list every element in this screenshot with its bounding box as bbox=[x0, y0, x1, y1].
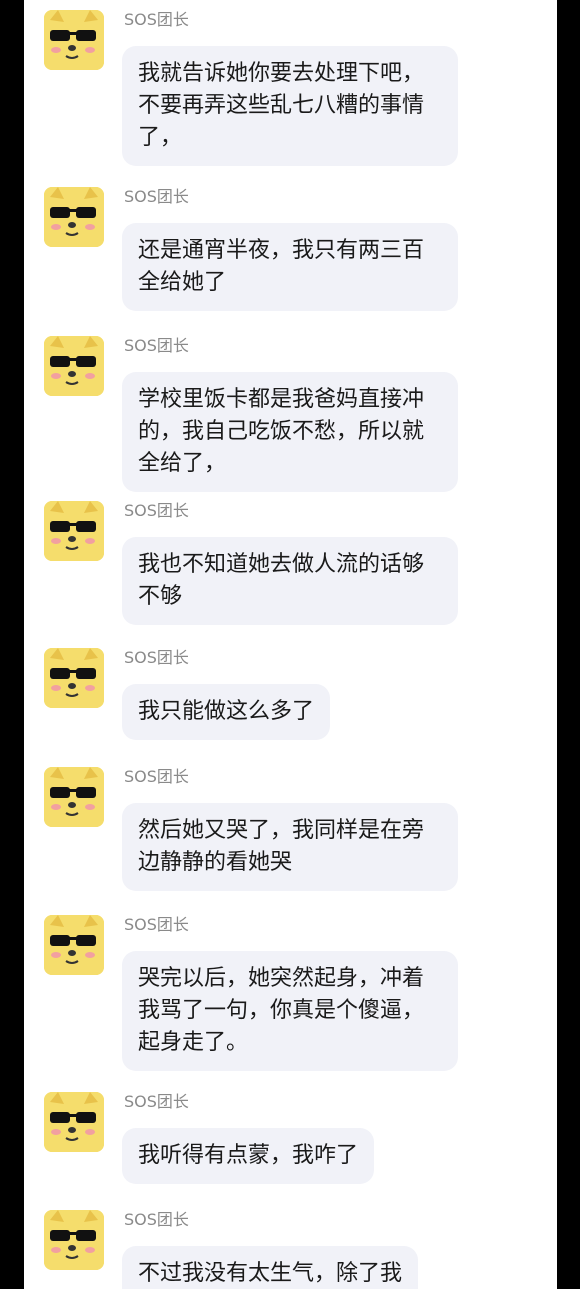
sender-name: SOS团长 bbox=[124, 767, 189, 786]
message-bubble[interactable]: 我只能做这么多了 bbox=[122, 684, 331, 740]
sender-name: SOS团长 bbox=[124, 187, 189, 206]
sender-name: SOS团长 bbox=[124, 336, 189, 355]
sender-name: SOS团长 bbox=[124, 10, 189, 29]
chat-screen: SOS团长 我就告诉她你要去处理下吧，不要再弄这些乱七八糟的事情了， SOS团长… bbox=[24, 0, 557, 1289]
avatar[interactable] bbox=[44, 10, 104, 70]
avatar[interactable] bbox=[44, 1210, 104, 1270]
avatar[interactable] bbox=[44, 767, 104, 827]
message-bubble[interactable]: 我就告诉她你要去处理下吧，不要再弄这些乱七八糟的事情了， bbox=[122, 46, 458, 166]
sender-name: SOS团长 bbox=[124, 648, 189, 667]
sender-name: SOS团长 bbox=[124, 915, 189, 934]
message-bubble[interactable]: 不过我没有太生气，除了我 bbox=[122, 1246, 419, 1289]
message-bubble[interactable]: 学校里饭卡都是我爸妈直接冲的，我自己吃饭不愁，所以就全给了， bbox=[122, 372, 458, 492]
avatar[interactable] bbox=[44, 1092, 104, 1152]
message-bubble[interactable]: 然后她又哭了，我同样是在旁边静静的看她哭 bbox=[122, 803, 458, 891]
avatar[interactable] bbox=[44, 187, 104, 247]
message-bubble[interactable]: 我听得有点蒙，我咋了 bbox=[122, 1128, 375, 1184]
sender-name: SOS团长 bbox=[124, 501, 189, 520]
message-bubble[interactable]: 哭完以后，她突然起身，冲着我骂了一句，你真是个傻逼，起身走了。 bbox=[122, 951, 458, 1071]
avatar[interactable] bbox=[44, 501, 104, 561]
avatar[interactable] bbox=[44, 648, 104, 708]
avatar[interactable] bbox=[44, 336, 104, 396]
message-bubble[interactable]: 我也不知道她去做人流的话够不够 bbox=[122, 537, 458, 625]
avatar[interactable] bbox=[44, 915, 104, 975]
message-bubble[interactable]: 还是通宵半夜，我只有两三百全给她了 bbox=[122, 223, 458, 311]
sender-name: SOS团长 bbox=[124, 1092, 189, 1111]
sender-name: SOS团长 bbox=[124, 1210, 189, 1229]
